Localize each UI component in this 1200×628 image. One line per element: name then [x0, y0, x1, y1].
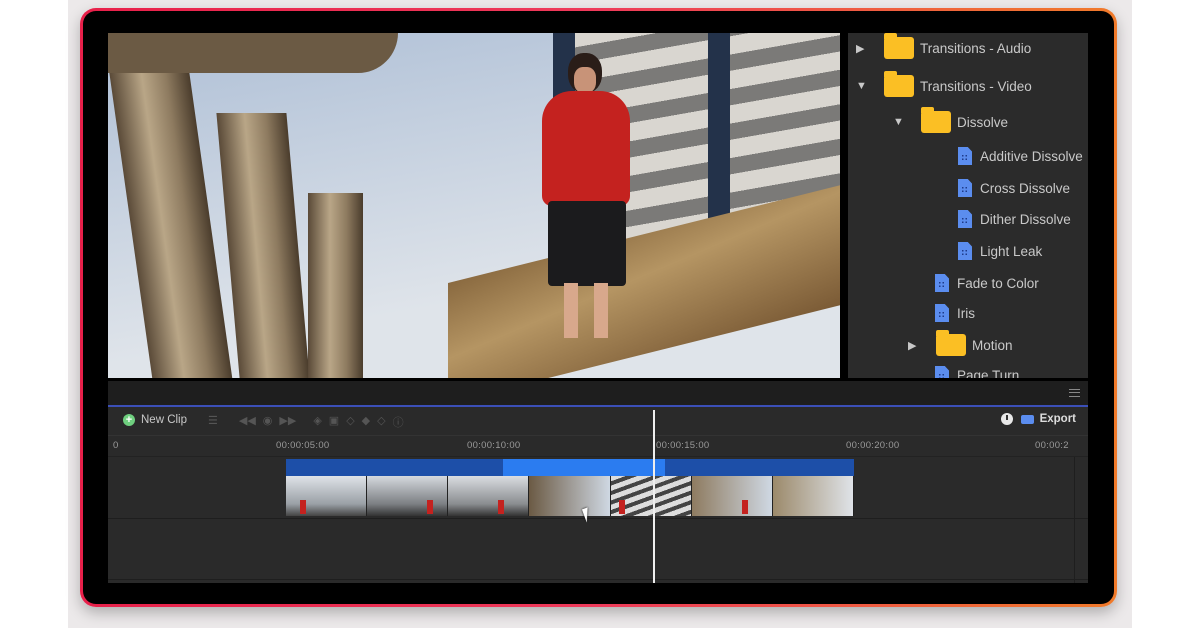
ruler-tick-label: 00:00:05:00 — [276, 440, 330, 451]
export-group: Export — [1000, 413, 1076, 425]
folder-icon — [921, 107, 951, 133]
collapse-arrow-icon[interactable]: ▼ — [856, 80, 870, 92]
tree-item-light-leak[interactable]: Light Leak — [958, 240, 1042, 262]
keyframe-add-icon[interactable]: ◈ — [313, 414, 321, 430]
keyframe-icon[interactable]: ◆ — [362, 414, 370, 430]
effect-file-icon — [958, 179, 972, 197]
playhead[interactable] — [653, 410, 655, 583]
video-preview — [108, 33, 840, 378]
new-clip-button[interactable]: + New Clip — [123, 414, 187, 426]
time-ruler[interactable]: 0 00:00:05:00 00:00:10:00 00:00:15:00 00:00:… — [108, 435, 1088, 457]
effect-file-icon — [935, 366, 949, 378]
fast-forward-icon[interactable]: ▶▶ — [279, 414, 296, 430]
tree-item-label: Dissolve — [957, 114, 1009, 130]
folder-icon — [884, 33, 914, 59]
editor-window: ▶ Transitions - Audio ▼ Transitions - Video… — [83, 11, 1114, 604]
empty-track — [108, 520, 1088, 580]
tree-item-label: Cross Dissolve — [980, 180, 1071, 196]
ruler-tick-label: 00:00:10:00 — [467, 440, 521, 451]
layers-icon[interactable]: ☰ — [208, 414, 218, 430]
history-clock-icon[interactable] — [1000, 413, 1013, 425]
folder-icon — [936, 330, 966, 356]
effects-browser: ▶ Transitions - Audio ▼ Transitions - Video… — [848, 33, 1088, 378]
folder-icon — [884, 71, 914, 97]
info-icon[interactable]: ⓘ — [393, 414, 404, 430]
collapse-arrow-icon[interactable]: ▼ — [893, 116, 907, 128]
ruler-tick-label: 00:00:15:00 — [656, 440, 710, 451]
tree-item-label: Additive Dissolve — [980, 148, 1083, 164]
tree-item-transitions-audio[interactable]: ▶ Transitions - Audio — [856, 33, 1032, 59]
video-track — [108, 457, 1088, 519]
panel-divider[interactable] — [108, 381, 1088, 405]
keyframe-next-icon[interactable]: ◇ — [377, 414, 385, 430]
clip-thumbnails[interactable] — [286, 476, 854, 516]
tree-item-page-turn[interactable]: Page Turn — [935, 364, 1019, 378]
tree-item-cross-dissolve[interactable]: Cross Dissolve — [958, 177, 1070, 199]
menu-icon[interactable] — [1069, 389, 1080, 397]
effect-file-icon — [958, 147, 972, 165]
tree-item-label: Light Leak — [980, 243, 1043, 259]
export-icon — [1020, 414, 1034, 424]
tree-item-transitions-video[interactable]: ▼ Transitions - Video — [856, 71, 1032, 97]
tree-item-motion[interactable]: ▶ Motion — [908, 330, 1013, 356]
device-frame: ▶ Transitions - Audio ▼ Transitions - Video… — [80, 8, 1117, 607]
person-figure — [528, 53, 638, 343]
effect-file-icon — [935, 304, 949, 322]
expand-arrow-icon[interactable]: ▶ — [908, 339, 922, 352]
keyframe-prev-icon[interactable]: ◇ — [346, 414, 354, 430]
clip-selection[interactable] — [503, 459, 665, 476]
tree-item-label: Transitions - Audio — [920, 40, 1032, 56]
ruler-tick-label: 00:00:2 — [1035, 440, 1069, 451]
clip-header[interactable] — [286, 459, 854, 476]
expand-arrow-icon[interactable]: ▶ — [856, 42, 870, 55]
tree-item-label: Iris — [957, 305, 975, 321]
effect-file-icon — [958, 242, 972, 260]
effect-file-icon — [958, 210, 972, 228]
effect-file-icon — [935, 274, 949, 292]
tree-item-dither-dissolve[interactable]: Dither Dissolve — [958, 208, 1071, 230]
track-scrollbar[interactable] — [1074, 457, 1088, 583]
record-icon[interactable]: ◉ — [263, 414, 273, 430]
split-icon[interactable]: ▣ — [329, 414, 339, 430]
tree-item-label: Page Turn — [957, 367, 1020, 379]
timeline-panel: + New Clip ☰ ◀◀ ◉ ▶▶ ◈ ▣ ◇ ◆ ◇ ⓘ Export … — [108, 407, 1088, 583]
tree-item-iris[interactable]: Iris — [935, 302, 975, 324]
tree-item-label: Transitions - Video — [920, 78, 1032, 94]
rewind-icon[interactable]: ◀◀ — [239, 414, 256, 430]
ruler-tick-label: 0 — [113, 440, 119, 451]
transport-controls: ☰ ◀◀ ◉ ▶▶ ◈ ▣ ◇ ◆ ◇ ⓘ — [208, 414, 404, 430]
ruler-tick-label: 00:00:20:00 — [846, 440, 900, 451]
tree-item-label: Fade to Color — [957, 275, 1039, 291]
export-button[interactable]: Export — [1040, 413, 1076, 425]
timeline-toolbar: + New Clip ☰ ◀◀ ◉ ▶▶ ◈ ▣ ◇ ◆ ◇ ⓘ Export — [108, 407, 1088, 435]
tree-item-label: Dither Dissolve — [980, 211, 1071, 227]
tree-item-fade-to-color[interactable]: Fade to Color — [935, 272, 1039, 294]
tree-item-label: Motion — [972, 337, 1013, 353]
tree-item-dissolve[interactable]: ▼ Dissolve — [893, 107, 1009, 133]
tree-item-additive-dissolve[interactable]: Additive Dissolve — [958, 145, 1083, 167]
plus-icon: + — [123, 414, 135, 426]
